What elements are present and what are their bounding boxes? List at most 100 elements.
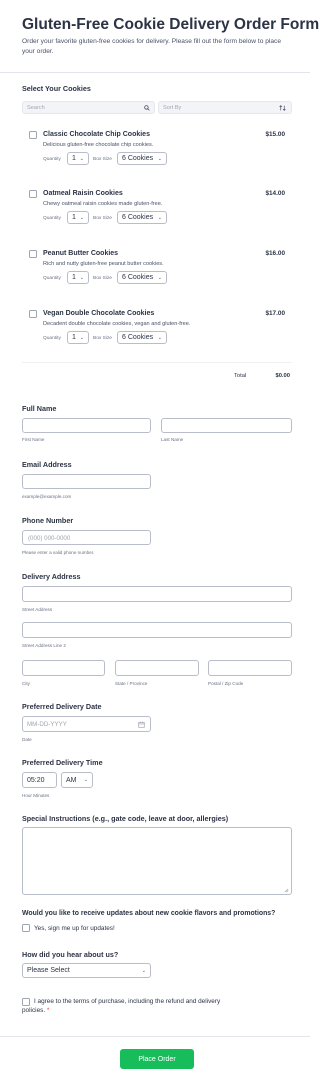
quantity-select[interactable]: 1 ⌄	[67, 331, 89, 344]
search-input[interactable]: Search	[22, 101, 155, 114]
product-price: $16.00	[265, 250, 285, 257]
terms-line-1: I agree to the terms of purchase, includ…	[34, 998, 221, 1005]
full-name-label: Full Name	[22, 404, 57, 413]
street-address-2-sublabel: Street Address Line 2	[22, 643, 66, 648]
date-sublabel: Date	[22, 737, 32, 742]
updates-label: Would you like to receive updates about …	[22, 910, 276, 917]
chevron-down-icon: ⌄	[79, 274, 84, 281]
ampm-select[interactable]: AM ⌄	[61, 772, 93, 788]
calendar-icon[interactable]	[138, 721, 145, 728]
sort-icon[interactable]	[279, 105, 286, 111]
sort-placeholder: Sort By	[163, 105, 182, 111]
total-label: Total	[234, 373, 247, 379]
box-size-value: 6 Cookies	[122, 334, 154, 341]
quantity-value: 1	[72, 334, 76, 341]
email-sublabel: example@example.com	[22, 494, 72, 499]
chevron-down-icon: ⌄	[79, 155, 84, 162]
divider	[0, 1036, 310, 1037]
quantity-label: Quantity	[43, 336, 61, 341]
page-title: Gluten-Free Cookie Delivery Order Form	[22, 16, 320, 33]
state-sublabel: State / Province	[115, 681, 148, 686]
instructions-textarea[interactable]	[22, 827, 292, 895]
time-label: Preferred Delivery Time	[22, 758, 103, 767]
search-icon[interactable]	[144, 105, 150, 111]
cookies-label: Select Your Cookies	[22, 84, 91, 93]
date-placeholder: MM-DD-YYYY	[27, 721, 67, 728]
phone-sublabel: Please enter a valid phone number.	[22, 550, 95, 555]
required-mark: *	[46, 1007, 50, 1014]
product-description: Decadent double chocolate cookies, vegan…	[43, 321, 191, 327]
quantity-select[interactable]: 1 ⌄	[67, 271, 89, 284]
product-checkbox[interactable]	[29, 250, 37, 258]
chevron-down-icon: ⌄	[157, 334, 162, 341]
resize-handle-icon[interactable]	[284, 888, 289, 893]
phone-placeholder: (000) 000-0000	[28, 534, 71, 542]
first-name-input[interactable]	[22, 418, 151, 433]
referral-value: Please Select	[27, 967, 70, 974]
zip-sublabel: Postal / Zip Code	[208, 681, 244, 686]
quantity-value: 1	[72, 214, 76, 221]
box-size-label: Box Size	[93, 157, 112, 162]
ampm-value: AM	[66, 776, 77, 784]
quantity-value: 1	[72, 274, 76, 281]
chevron-down-icon: ⌄	[79, 334, 84, 341]
last-name-input[interactable]	[161, 418, 292, 433]
quantity-label: Quantity	[43, 276, 61, 281]
city-input[interactable]	[22, 660, 105, 676]
box-size-select[interactable]: 6 Cookies ⌄	[117, 152, 167, 165]
referral-label: How did you hear about us?	[22, 950, 119, 959]
box-size-label: Box Size	[93, 276, 112, 281]
street-address-input[interactable]	[22, 586, 292, 602]
time-input[interactable]: 05:20	[22, 772, 57, 788]
referral-select[interactable]: Please Select ⌄	[22, 963, 151, 978]
state-input[interactable]	[115, 660, 199, 676]
chevron-down-icon: ⌄	[141, 967, 146, 974]
sort-select[interactable]: Sort By	[158, 101, 292, 114]
product-checkbox[interactable]	[29, 190, 37, 198]
email-label: Email Address	[22, 460, 72, 469]
chevron-down-icon: ⌄	[157, 155, 162, 162]
chevron-down-icon: ⌄	[79, 214, 84, 221]
phone-input[interactable]: (000) 000-0000	[22, 530, 151, 545]
product-price: $15.00	[265, 131, 285, 138]
street-address-2-input[interactable]	[22, 622, 292, 638]
divider	[0, 72, 310, 73]
product-checkbox[interactable]	[29, 131, 37, 139]
updates-option-label: Yes, sign me up for updates!	[34, 925, 115, 932]
box-size-select[interactable]: 6 Cookies ⌄	[117, 331, 167, 344]
terms-checkbox[interactable]	[22, 998, 30, 1006]
box-size-value: 6 Cookies	[122, 214, 154, 221]
divider	[22, 362, 292, 363]
quantity-label: Quantity	[43, 216, 61, 221]
page-subtitle: Order your favorite gluten-free cookies …	[22, 38, 281, 55]
zip-input[interactable]	[208, 660, 292, 676]
last-name-sublabel: Last Name	[161, 437, 184, 442]
instructions-label: Special Instructions (e.g., gate code, l…	[22, 814, 229, 823]
box-size-label: Box Size	[93, 216, 112, 221]
terms-line-2: policies.	[22, 1007, 46, 1014]
product-checkbox[interactable]	[29, 310, 37, 318]
box-size-select[interactable]: 6 Cookies ⌄	[117, 271, 167, 284]
quantity-select[interactable]: 1 ⌄	[67, 152, 89, 165]
box-size-label: Box Size	[93, 336, 112, 341]
chevron-down-icon: ⌄	[157, 274, 162, 281]
chevron-down-icon: ⌄	[157, 214, 162, 221]
product-name: Peanut Butter Cookies	[43, 250, 119, 257]
product-name: Vegan Double Chocolate Cookies	[43, 310, 155, 317]
product-price: $17.00	[265, 310, 285, 317]
box-size-select[interactable]: 6 Cookies ⌄	[117, 211, 167, 224]
box-size-value: 6 Cookies	[122, 274, 154, 281]
updates-checkbox[interactable]	[22, 924, 30, 932]
date-label: Preferred Delivery Date	[22, 702, 102, 711]
quantity-select[interactable]: 1 ⌄	[67, 211, 89, 224]
date-input[interactable]: MM-DD-YYYY	[22, 716, 151, 732]
total-value: $0.00	[275, 373, 290, 379]
email-input[interactable]	[22, 474, 151, 489]
city-sublabel: City	[22, 681, 30, 686]
product-description: Rich and nutty gluten-free peanut butter…	[43, 261, 164, 267]
box-size-value: 6 Cookies	[122, 155, 154, 162]
first-name-sublabel: First Name	[22, 437, 45, 442]
place-order-button[interactable]: Place Order	[120, 1049, 194, 1069]
product-name: Classic Chocolate Chip Cookies	[43, 131, 150, 138]
address-label: Delivery Address	[22, 572, 81, 581]
